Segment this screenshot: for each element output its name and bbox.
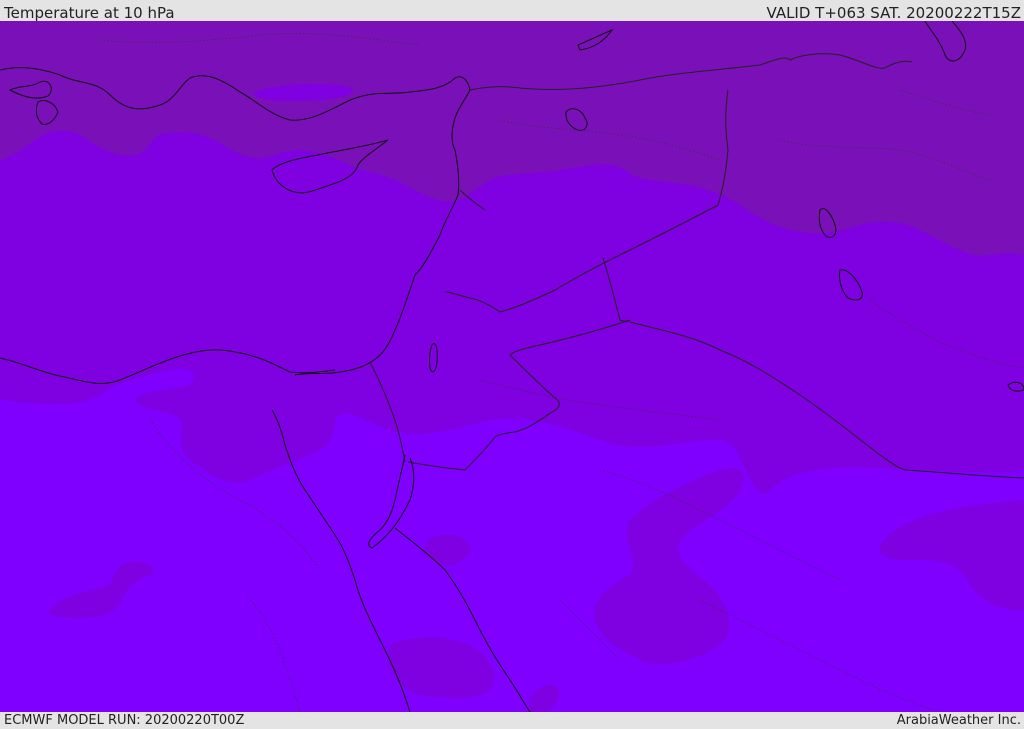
header-bar: Temperature at 10 hPa VALID T+063 SAT. 2…	[0, 0, 1024, 22]
valid-time: VALID T+063 SAT. 20200222T15Z	[766, 4, 1021, 22]
map-title: Temperature at 10 hPa	[4, 4, 175, 22]
footer-bar: ECMWF MODEL RUN: 20200220T00Z ArabiaWeat…	[0, 712, 1024, 729]
provider-credit: ArabiaWeather Inc.	[896, 713, 1021, 728]
map-svg	[0, 21, 1024, 712]
temperature-map[interactable]	[0, 21, 1024, 712]
model-run: ECMWF MODEL RUN: 20200220T00Z	[4, 713, 245, 728]
